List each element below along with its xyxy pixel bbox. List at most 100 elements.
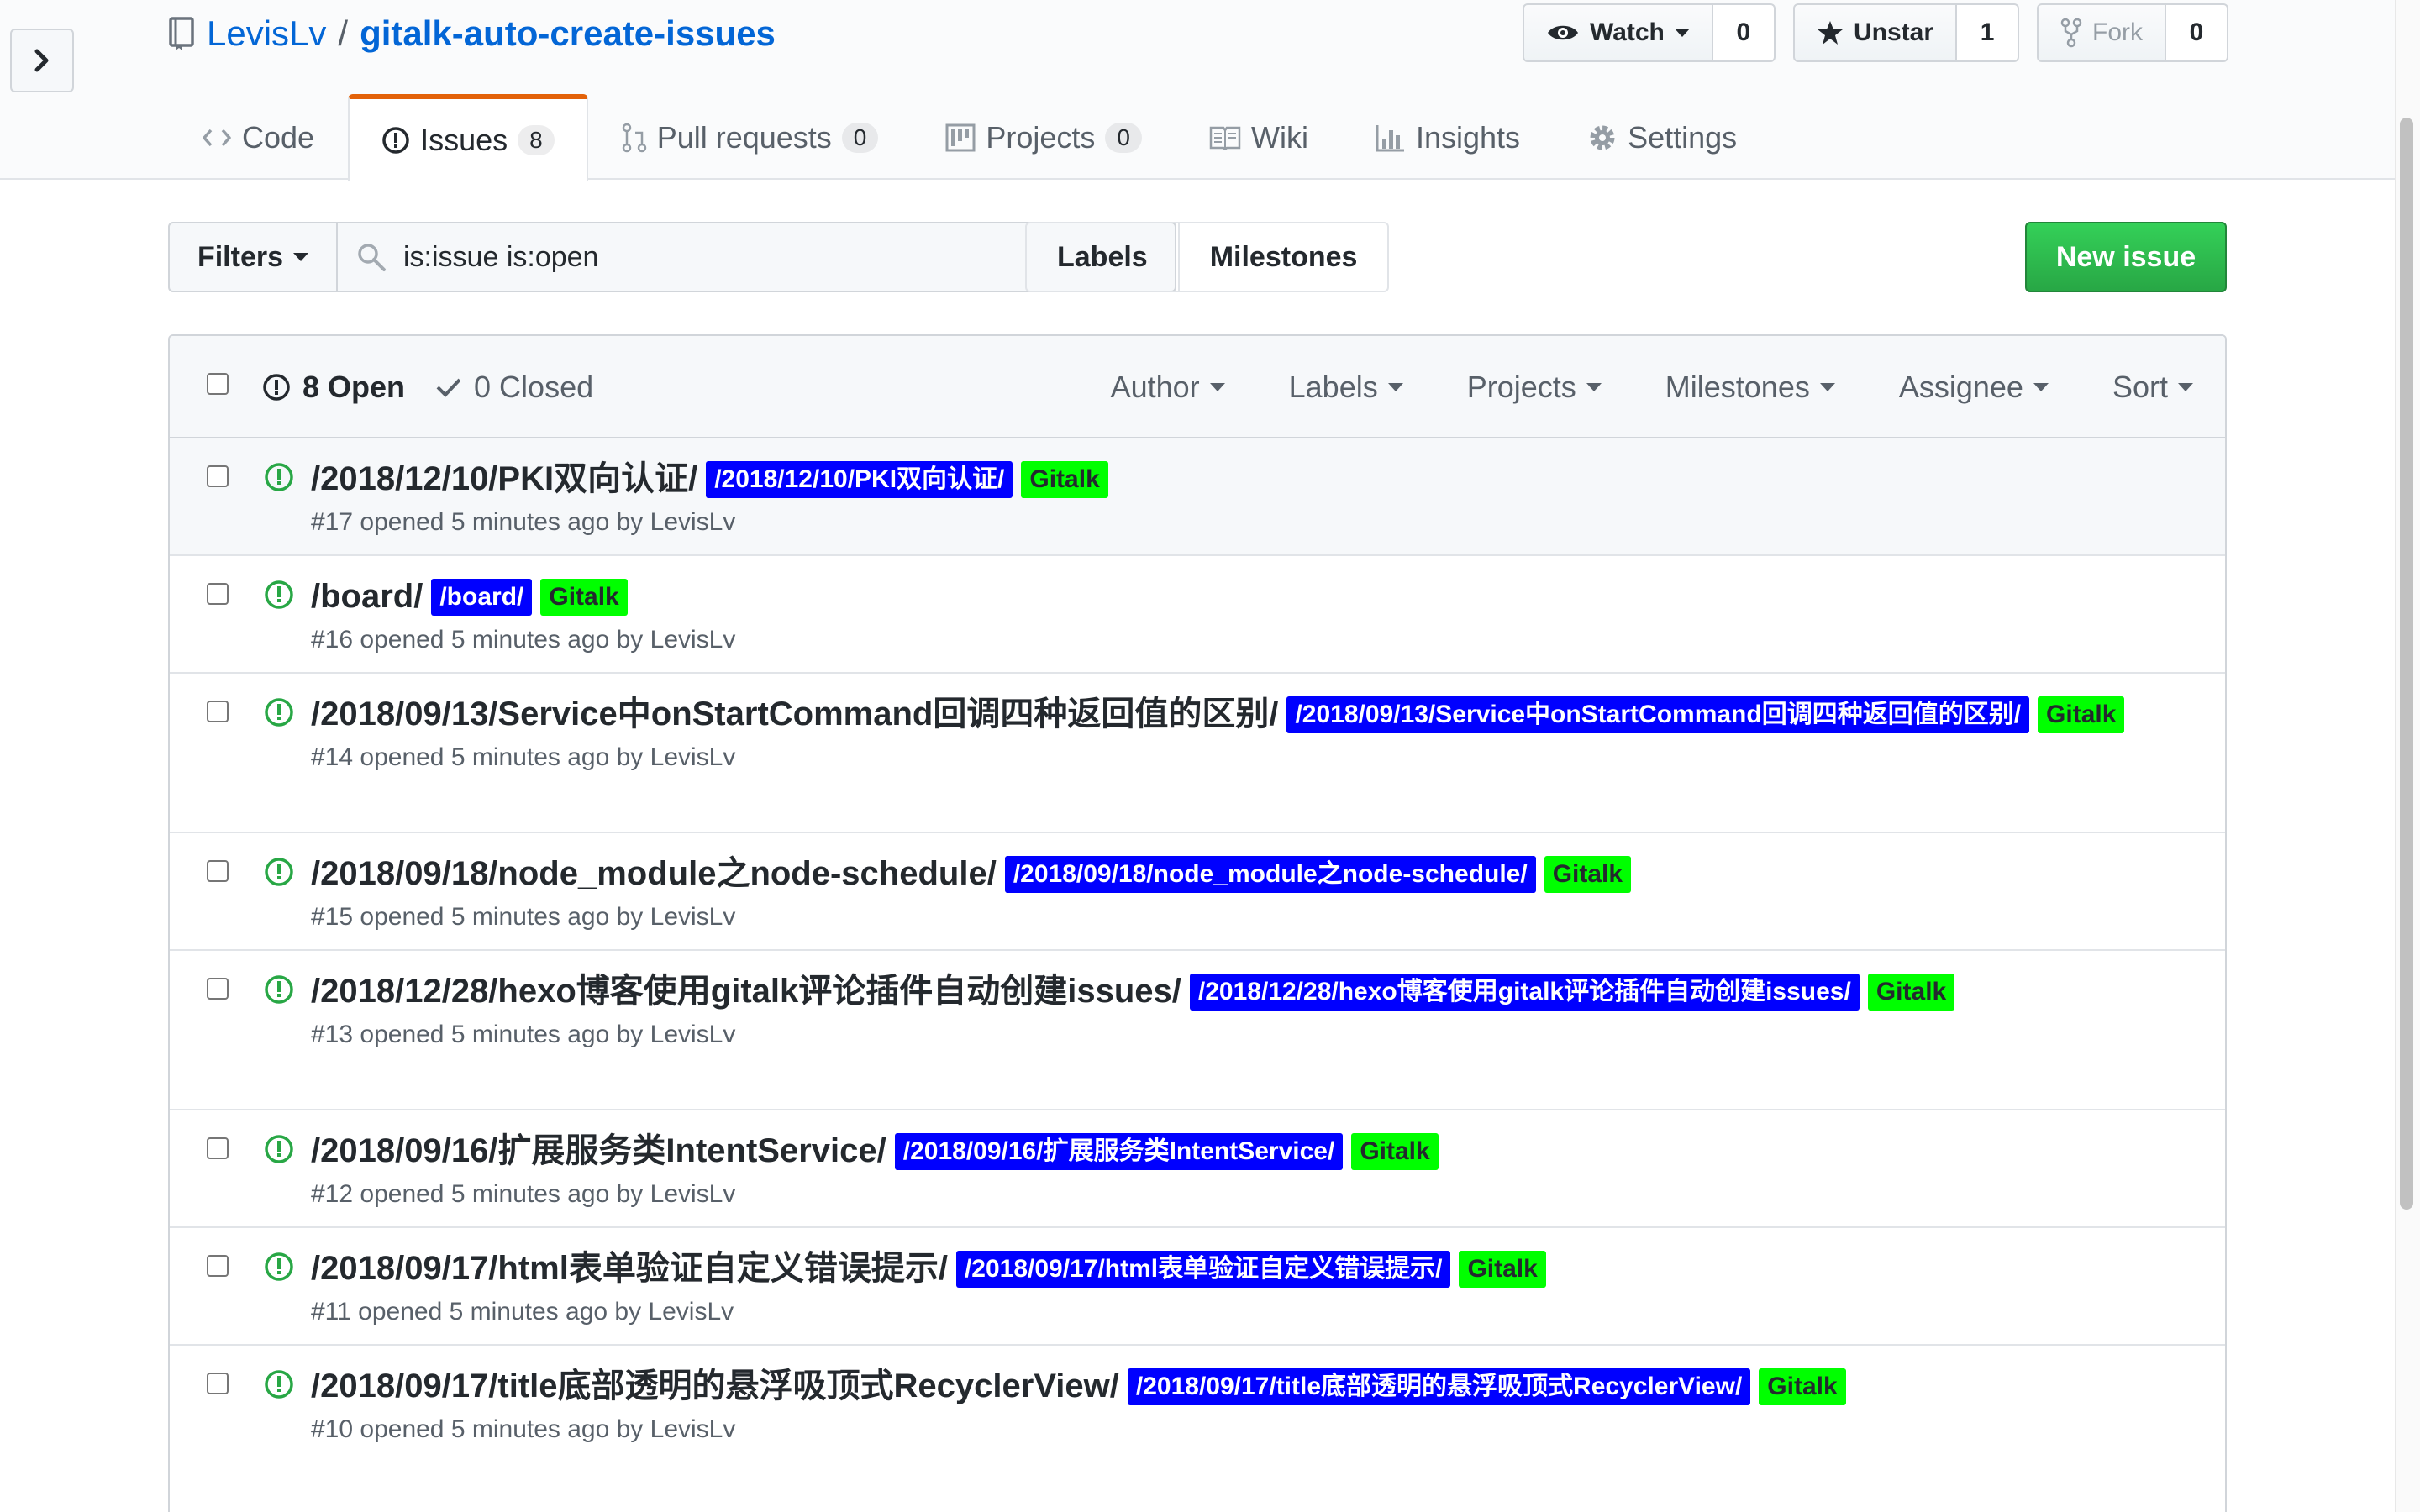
issue-title-link[interactable]: /2018/09/17/title底部透明的悬浮吸顶式RecyclerView/ [311, 1368, 1119, 1404]
issue-label[interactable]: /2018/09/17/html表单验证自定义错误提示/ [955, 1251, 1451, 1288]
issue-label[interactable]: Gitalk [2038, 696, 2125, 733]
issue-row[interactable]: /2018/09/13/Service中onStartCommand回调四种返回… [170, 674, 2225, 833]
issue-row[interactable]: /board//board/Gitalk #16 opened 5 minute… [170, 556, 2225, 674]
issue-meta: #10 opened 5 minutes ago by LevisLv [311, 1415, 736, 1443]
repo-nav: Code Issues 8 Pull requests 0 Projects 0… [168, 94, 1770, 181]
watch-button[interactable]: Watch [1523, 3, 1713, 62]
issue-checkbox[interactable] [207, 860, 229, 882]
star-group: Unstar 1 [1793, 3, 2020, 62]
issue-row[interactable]: /2018/09/18/node_module之node-schedule//2… [170, 833, 2225, 951]
tab-code[interactable]: Code [168, 94, 348, 180]
issue-label[interactable]: Gitalk [540, 579, 628, 616]
unstar-label: Unstar [1854, 18, 1934, 46]
new-issue-button[interactable]: New issue [2025, 222, 2227, 292]
watch-label: Watch [1590, 18, 1665, 46]
assignee-filter[interactable]: Assignee [1867, 370, 2081, 405]
fork-button[interactable]: Fork [2037, 3, 2166, 62]
issue-checkbox[interactable] [207, 978, 229, 1000]
issue-label[interactable]: /2018/12/28/hexo博客使用gitalk评论插件自动创建issues… [1189, 974, 1860, 1011]
issue-checkbox[interactable] [207, 1373, 229, 1394]
tab-projects[interactable]: Projects 0 [912, 94, 1176, 180]
issue-label[interactable]: /2018/09/13/Service中onStartCommand回调四种返回… [1286, 696, 2030, 733]
projects-filter[interactable]: Projects [1435, 370, 1634, 405]
fork-count[interactable]: 0 [2166, 3, 2228, 62]
watch-count[interactable]: 0 [1712, 3, 1776, 62]
issue-checkbox[interactable] [207, 465, 229, 487]
unstar-button[interactable]: Unstar [1793, 3, 1958, 62]
issue-label[interactable]: Gitalk [1867, 974, 1955, 1011]
tab-issues[interactable]: Issues 8 [348, 94, 588, 181]
tab-insights-label: Insights [1415, 120, 1521, 155]
issue-meta: #11 opened 5 minutes ago by LevisLv [311, 1298, 734, 1326]
issue-label[interactable]: Gitalk [1759, 1368, 1846, 1405]
labels-filter[interactable]: Labels [1257, 370, 1435, 405]
issue-label[interactable]: Gitalk [1459, 1251, 1546, 1288]
select-all-checkbox[interactable] [207, 373, 229, 395]
labels-filter-label: Labels [1288, 370, 1378, 404]
projects-filter-label: Projects [1466, 370, 1576, 404]
issue-checkbox[interactable] [207, 583, 229, 605]
issue-title-link[interactable]: /2018/09/17/html表单验证自定义错误提示/ [311, 1250, 948, 1287]
issue-meta: #17 opened 5 minutes ago by LevisLv [311, 508, 736, 536]
milestones-filter[interactable]: Milestones [1634, 370, 1867, 405]
tab-settings[interactable]: Settings [1554, 94, 1770, 180]
issue-label[interactable]: Gitalk [1021, 461, 1108, 498]
check-icon [436, 378, 461, 397]
issue-meta: #14 opened 5 minutes ago by LevisLv [311, 743, 736, 771]
issue-row[interactable]: /2018/12/10/PKI双向认证//2018/12/10/PKI双向认证/… [170, 438, 2225, 556]
graph-icon [1376, 125, 1404, 152]
issue-title-link[interactable]: /2018/09/16/扩展服务类IntentService/ [311, 1132, 886, 1169]
labels-link[interactable]: Labels [1025, 222, 1180, 292]
issue-label[interactable]: /2018/12/10/PKI双向认证/ [706, 461, 1013, 498]
tab-insights[interactable]: Insights [1342, 94, 1554, 180]
repo-title: LevisLv / gitalk-auto-create-issues [168, 8, 776, 59]
caret-down-icon [1819, 383, 1835, 391]
book-icon [1209, 126, 1241, 150]
scrollbar-thumb[interactable] [2400, 118, 2413, 1210]
repo-icon [169, 17, 194, 50]
issue-checkbox[interactable] [207, 1137, 229, 1159]
issue-row[interactable]: /2018/12/28/hexo博客使用gitalk评论插件自动创建issues… [170, 951, 2225, 1110]
issue-label[interactable]: Gitalk [1351, 1133, 1439, 1170]
issue-row[interactable]: /2018/09/17/html表单验证自定义错误提示//2018/09/17/… [170, 1228, 2225, 1346]
issue-row[interactable]: /2018/09/16/扩展服务类IntentService//2018/09/… [170, 1110, 2225, 1228]
repo-owner-link[interactable]: LevisLv [207, 13, 326, 54]
tab-wiki[interactable]: Wiki [1176, 94, 1342, 180]
sidebar-toggle-button[interactable] [10, 29, 74, 92]
issue-meta: #12 opened 5 minutes ago by LevisLv [311, 1180, 736, 1208]
issue-label[interactable]: /board/ [431, 579, 533, 616]
issue-content: /2018/09/18/node_module之node-schedule//2… [311, 850, 2208, 934]
issue-title-link[interactable]: /board/ [311, 578, 423, 615]
tab-code-label: Code [242, 120, 315, 155]
issue-checkbox[interactable] [207, 1255, 229, 1277]
issue-title-link[interactable]: /2018/12/28/hexo博客使用gitalk评论插件自动创建issues… [311, 973, 1181, 1010]
issue-title-link[interactable]: /2018/12/10/PKI双向认证/ [311, 460, 697, 497]
issue-opened-icon [382, 127, 409, 154]
open-issues-link[interactable]: 8 Open [262, 370, 405, 405]
sort-filter[interactable]: Sort [2081, 370, 2225, 405]
author-filter-label: Author [1110, 370, 1200, 404]
sort-filter-label: Sort [2112, 370, 2168, 404]
issue-checkbox[interactable] [207, 701, 229, 722]
issue-title-link[interactable]: /2018/09/13/Service中onStartCommand回调四种返回… [311, 696, 1278, 732]
project-icon [945, 123, 976, 152]
issue-opened-icon [265, 463, 293, 491]
issue-title-link[interactable]: /2018/09/18/node_module之node-schedule/ [311, 855, 997, 892]
issues-list-box: 8 Open 0 Closed Author Labels Projects M… [168, 334, 2227, 1512]
tab-pull-requests[interactable]: Pull requests 0 [588, 94, 913, 180]
issue-label[interactable]: /2018/09/18/node_module之node-schedule/ [1004, 856, 1536, 893]
issue-content: /2018/09/13/Service中onStartCommand回调四种返回… [311, 690, 2208, 774]
issue-opened-icon [265, 1252, 293, 1281]
milestones-link[interactable]: Milestones [1179, 222, 1390, 292]
issue-label[interactable]: /2018/09/16/扩展服务类IntentService/ [894, 1133, 1344, 1170]
author-filter[interactable]: Author [1079, 370, 1257, 405]
filters-dropdown[interactable]: Filters [168, 222, 338, 292]
star-count[interactable]: 1 [1957, 3, 2020, 62]
issue-label[interactable]: Gitalk [1544, 856, 1632, 893]
closed-issues-link[interactable]: 0 Closed [435, 370, 593, 405]
tab-projects-label: Projects [986, 120, 1096, 155]
issue-row[interactable]: /2018/09/17/title底部透明的悬浮吸顶式RecyclerView/… [170, 1346, 2225, 1512]
fork-icon [2060, 18, 2082, 48]
repo-name-link[interactable]: gitalk-auto-create-issues [360, 13, 776, 54]
issue-label[interactable]: /2018/09/17/title底部透明的悬浮吸顶式RecyclerView/ [1127, 1368, 1751, 1405]
